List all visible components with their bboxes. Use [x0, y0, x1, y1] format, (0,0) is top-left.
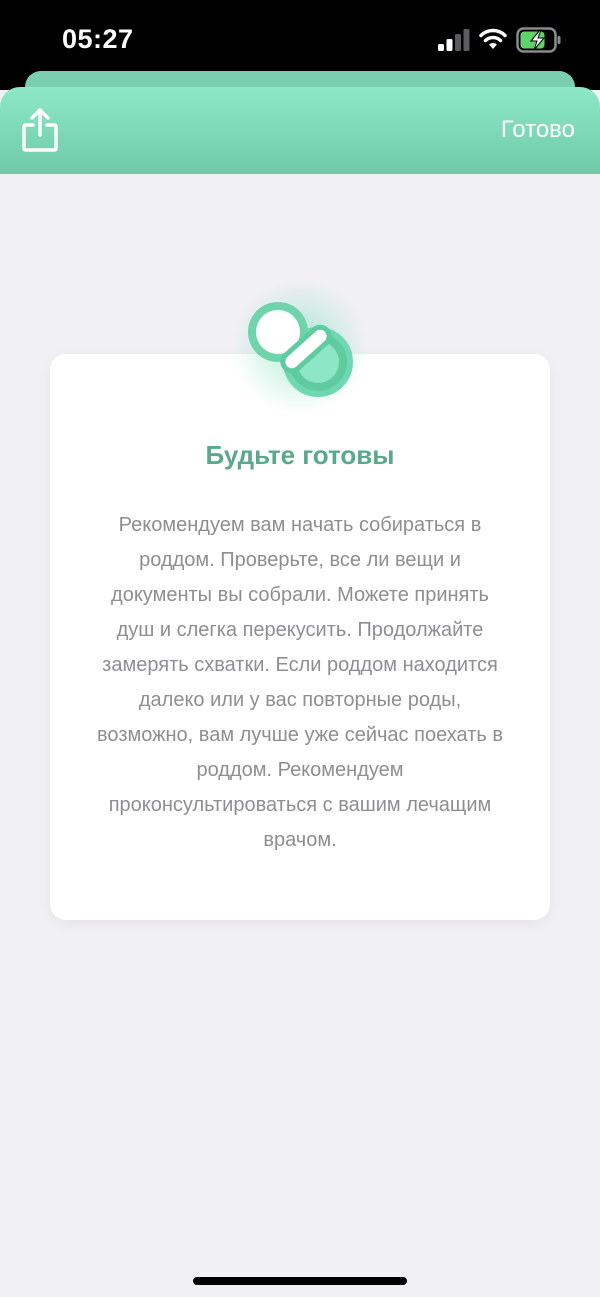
- card-title: Будьте готовы: [205, 440, 395, 470]
- header-bar: Готово: [0, 87, 600, 174]
- wifi-icon: [479, 28, 507, 49]
- battery-charging-icon: [516, 27, 561, 53]
- share-icon[interactable]: [20, 107, 60, 153]
- cellular-signal-icon: [438, 29, 470, 51]
- pacifier-icon: [248, 302, 353, 397]
- status-time: 05:27: [62, 24, 134, 54]
- done-button[interactable]: Готово: [501, 116, 575, 144]
- home-indicator[interactable]: [193, 1277, 407, 1285]
- card-body-text: Рекомендуем вам начать собираться в родд…: [97, 514, 503, 851]
